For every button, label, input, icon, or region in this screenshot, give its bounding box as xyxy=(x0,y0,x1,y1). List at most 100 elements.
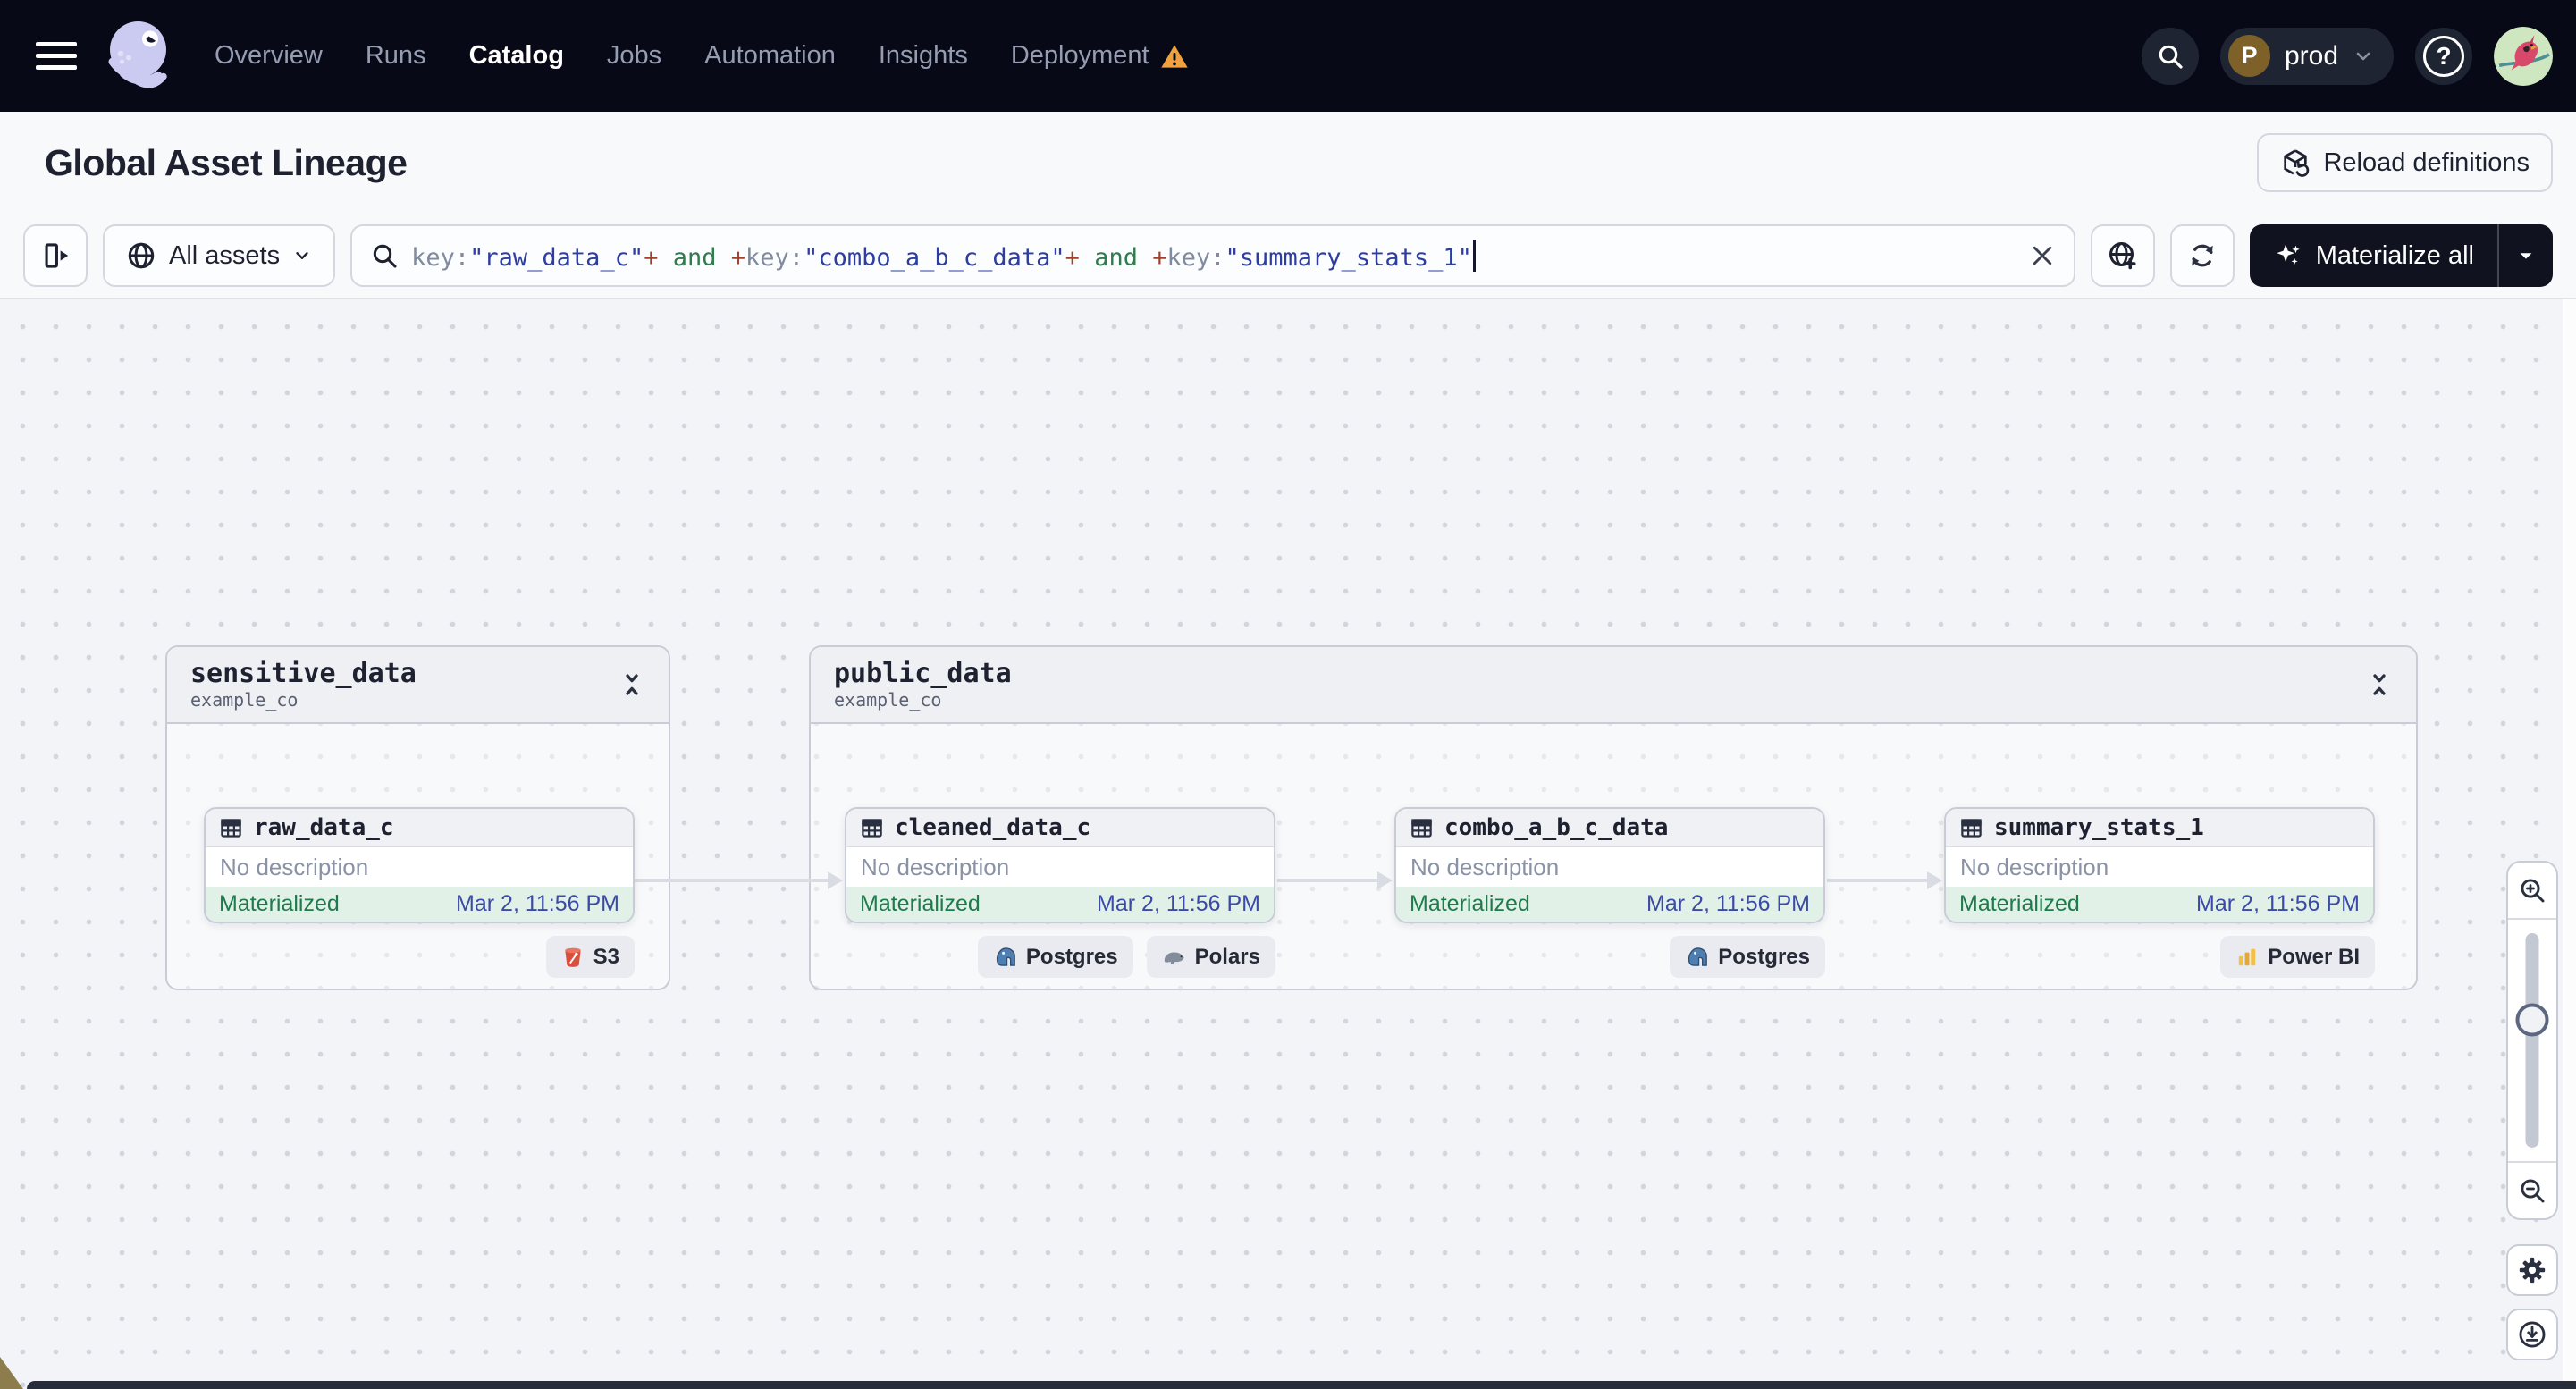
reload-definitions-button[interactable]: Reload definitions xyxy=(2257,133,2553,192)
dagster-logo-icon[interactable] xyxy=(97,13,182,99)
question-mark-icon: ? xyxy=(2423,35,2464,77)
materialize-options-caret[interactable] xyxy=(2499,224,2553,287)
kind-badge-power-bi[interactable]: Power BI xyxy=(2220,936,2375,978)
asset-name: combo_a_b_c_data xyxy=(1444,814,1669,841)
query-segment: "summary_stats_1" xyxy=(1225,244,1472,272)
nav-item-deployment[interactable]: Deployment xyxy=(1011,41,1189,71)
nav-item-runs[interactable]: Runs xyxy=(366,41,426,71)
download-image-button[interactable] xyxy=(2506,1309,2558,1360)
nav-item-label: Overview xyxy=(215,41,323,70)
powerbi-icon xyxy=(2235,946,2259,969)
status-badge: Materialized xyxy=(1959,891,2080,916)
nav-item-label: Jobs xyxy=(606,41,662,70)
nav-item-label: Runs xyxy=(365,41,426,70)
asset-badges-row: Power BI xyxy=(1944,936,2375,978)
reload-code-location-icon xyxy=(2284,149,2310,177)
status-badge: Materialized xyxy=(1410,891,1530,916)
group-titles: public_data example_co xyxy=(834,658,1012,711)
dagster-app: Overview Runs Catalog Jobs Automation Insight… xyxy=(0,0,2576,1389)
open-left-panel-button[interactable] xyxy=(23,224,88,287)
page-header: Global Asset Lineage Reload definitions xyxy=(0,112,2576,214)
materialization-timestamp[interactable]: Mar 2, 11:56 PM xyxy=(1097,891,1260,917)
asset-node-header: combo_a_b_c_data xyxy=(1396,809,1823,847)
global-search-button[interactable] xyxy=(2141,27,2199,85)
asset-name: summary_stats_1 xyxy=(1994,814,2204,841)
corner-artifact xyxy=(0,1357,23,1389)
zoom-slider-track[interactable] xyxy=(2525,933,2539,1148)
download-icon xyxy=(2519,1321,2546,1348)
environment-switcher[interactable]: P prod xyxy=(2219,27,2394,85)
nav-item-jobs[interactable]: Jobs xyxy=(607,41,661,71)
asset-scope-dropdown[interactable]: All assets xyxy=(103,224,336,287)
zoom-out-button[interactable] xyxy=(2508,1161,2556,1218)
asset-search-input[interactable]: key:"raw_data_c"+ and +key:"combo_a_b_c_… xyxy=(350,224,2075,287)
reload-definitions-label: Reload definitions xyxy=(2323,147,2530,177)
kind-badge-postgres[interactable]: Postgres xyxy=(1670,936,1825,978)
nav-item-label: Automation xyxy=(704,41,836,70)
asset-status-row: Materialized Mar 2, 11:56 PM xyxy=(846,887,1274,922)
asset-node-header: summary_stats_1 xyxy=(1946,809,2373,847)
user-avatar[interactable] xyxy=(2494,26,2553,86)
zoom-slider[interactable] xyxy=(2508,920,2556,1161)
hamburger-menu-icon[interactable] xyxy=(36,42,77,70)
materialize-all-split-button: Materialize all xyxy=(2249,224,2553,287)
sparkles-icon xyxy=(2276,244,2300,265)
status-badge: Materialized xyxy=(860,891,981,916)
nav-item-insights[interactable]: Insights xyxy=(879,41,968,71)
kind-badge-label: Power BI xyxy=(2268,944,2360,969)
nav-item-overview[interactable]: Overview xyxy=(215,41,323,71)
kind-badge-postgres[interactable]: Postgres xyxy=(977,936,1133,978)
refresh-button[interactable] xyxy=(2169,224,2235,287)
lineage-toolbar: All assets key:"raw_data_c"+ and +key:"c… xyxy=(0,214,2576,299)
panel-toggle-icon xyxy=(45,243,69,268)
postgres-icon xyxy=(993,945,1017,969)
query-segment: and xyxy=(658,244,731,272)
gear-icon xyxy=(2519,1257,2546,1284)
materialization-timestamp[interactable]: Mar 2, 11:56 PM xyxy=(1646,891,1810,917)
nav-item-automation[interactable]: Automation xyxy=(704,41,836,71)
help-button[interactable]: ? xyxy=(2415,27,2472,85)
search-query[interactable]: key:"raw_data_c"+ and +key:"combo_a_b_c_… xyxy=(411,240,2016,272)
materialization-timestamp[interactable]: Mar 2, 11:56 PM xyxy=(2196,891,2360,917)
asset-node-combo_a_b_c_data[interactable]: combo_a_b_c_data No description Materializ… xyxy=(1394,807,1825,923)
asset-status-row: Materialized Mar 2, 11:56 PM xyxy=(1946,887,2373,922)
table-icon xyxy=(1410,816,1434,840)
collapse-group-icon[interactable] xyxy=(619,671,645,698)
asset-node-header: raw_data_c xyxy=(206,809,633,847)
kind-badge-label: Polars xyxy=(1194,944,1260,969)
kind-badge-polars[interactable]: Polars xyxy=(1146,936,1275,978)
table-icon xyxy=(1959,816,1983,840)
group-name: sensitive_data xyxy=(190,657,417,689)
zoom-in-button[interactable] xyxy=(2508,863,2556,920)
page-title: Global Asset Lineage xyxy=(45,141,408,183)
environment-avatar: P xyxy=(2227,35,2270,77)
materialize-all-button[interactable]: Materialize all xyxy=(2250,224,2497,287)
polars-icon xyxy=(1162,945,1186,969)
globe-plus-icon xyxy=(2109,242,2136,270)
asset-description: No description xyxy=(206,847,633,887)
nav-links: Overview Runs Catalog Jobs Automation Insight… xyxy=(215,41,1189,71)
nav-item-catalog[interactable]: Catalog xyxy=(469,41,564,71)
asset-badges-row: Postgres xyxy=(1394,936,1825,978)
asset-node-cleaned_data_c[interactable]: cleaned_data_c No description Materialized… xyxy=(845,807,1275,923)
query-segment: "combo_a_b_c_data" xyxy=(804,244,1065,272)
asset-badges-row: Postgres Polars xyxy=(845,936,1275,978)
query-segment: + xyxy=(1152,244,1167,272)
materialization-timestamp[interactable]: Mar 2, 11:56 PM xyxy=(456,891,619,917)
kind-badge-s3[interactable]: S3 xyxy=(545,936,635,978)
zoom-slider-thumb[interactable] xyxy=(2515,1003,2549,1037)
refresh-icon xyxy=(2192,244,2213,267)
asset-node-raw_data_c[interactable]: raw_data_c No description Materialized Mar … xyxy=(204,807,635,923)
graph-settings-button[interactable] xyxy=(2506,1244,2558,1296)
collapse-group-icon[interactable] xyxy=(2366,671,2393,698)
asset-node-header: cleaned_data_c xyxy=(846,809,1274,847)
query-segment: + xyxy=(1065,244,1080,272)
asset-description: No description xyxy=(846,847,1274,887)
asset-node-summary_stats_1[interactable]: summary_stats_1 No description Materialize… xyxy=(1944,807,2375,923)
query-segment: + xyxy=(730,244,746,272)
new-tab-globe-button[interactable] xyxy=(2090,224,2155,287)
asset-scope-label: All assets xyxy=(169,240,281,270)
query-segment: key: xyxy=(1166,244,1225,272)
clear-search-button[interactable] xyxy=(2029,242,2056,269)
lineage-canvas[interactable]: sensitive_data example_co public_data examp… xyxy=(0,299,2576,1389)
